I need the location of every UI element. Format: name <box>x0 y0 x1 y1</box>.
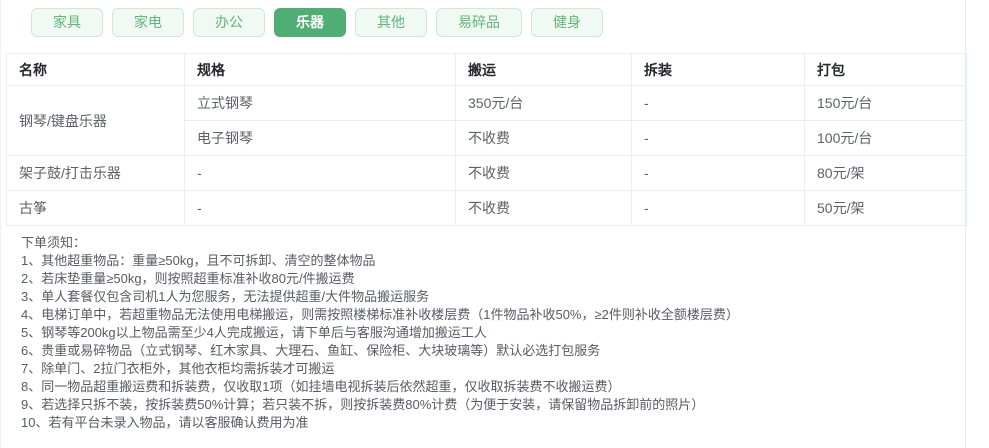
pricing-panel: 家具 家电 办公 乐器 其他 易碎品 健身 名称 规格 搬运 拆装 打包 钢琴/… <box>0 0 967 448</box>
col-header-move: 搬运 <box>455 53 632 86</box>
cell-spec: 电子钢琴 <box>184 120 456 156</box>
tab-appliances[interactable]: 家电 <box>112 8 184 37</box>
note-item: 7、除单门、2拉门衣柜外，其他衣柜均需拆装才可搬运 <box>21 361 335 376</box>
col-header-disassemble: 拆装 <box>631 53 805 86</box>
cell-move: 350元/台 <box>455 85 632 121</box>
tab-office[interactable]: 办公 <box>193 8 265 37</box>
cell-disassemble: - <box>631 190 805 226</box>
table-row: 钢琴/键盘乐器 立式钢琴 350元/台 - 150元/台 <box>6 85 967 156</box>
note-item: 2、若床垫重量≥50kg，则按照超重标准补收80元/件搬运费 <box>21 271 355 286</box>
cell-disassemble: - <box>631 155 805 191</box>
note-item: 1、其他超重物品：重量≥50kg，且不可拆卸、清空的整体物品 <box>21 253 376 268</box>
category-tabs: 家具 家电 办公 乐器 其他 易碎品 健身 <box>1 0 965 53</box>
tab-others[interactable]: 其他 <box>355 8 427 37</box>
notes-title: 下单须知： <box>21 235 87 250</box>
cell-pack: 100元/台 <box>804 120 967 156</box>
note-item: 4、电梯订单中，若超重物品无法使用电梯搬运，则需按照楼梯标准补收楼层费（1件物品… <box>21 307 739 322</box>
col-header-name: 名称 <box>6 53 185 86</box>
col-header-spec: 规格 <box>184 53 456 86</box>
cell-spec: - <box>184 155 456 191</box>
note-item: 3、单人套餐仅包含司机1人为您服务，无法提供超重/大件物品搬运服务 <box>21 289 430 304</box>
cell-spec: 立式钢琴 <box>184 85 456 121</box>
table-row: 架子鼓/打击乐器 - 不收费 - 80元/架 <box>6 155 967 191</box>
tab-fragile[interactable]: 易碎品 <box>436 8 522 37</box>
table-header-row: 名称 规格 搬运 拆装 打包 <box>6 53 967 86</box>
tab-instruments[interactable]: 乐器 <box>274 8 346 37</box>
cell-name: 架子鼓/打击乐器 <box>6 155 185 191</box>
cell-move: 不收费 <box>455 120 632 156</box>
note-item: 6、贵重或易碎物品（立式钢琴、红木家具、大理石、鱼缸、保险柜、大块玻璃等）默认必… <box>21 343 601 358</box>
cell-move: 不收费 <box>455 190 632 226</box>
order-notes: 下单须知： 1、其他超重物品：重量≥50kg，且不可拆卸、清空的整体物品 2、若… <box>1 226 965 432</box>
note-item: 8、同一物品超重搬运费和拆装费，仅收取1项（如挂墙电视拆装后依然超重，仅收取拆装… <box>21 379 621 394</box>
cell-name: 古筝 <box>6 190 185 226</box>
cell-pack: 50元/架 <box>804 190 967 226</box>
cell-disassemble: - <box>631 85 805 121</box>
cell-move: 不收费 <box>455 155 632 191</box>
note-item: 9、若选择只拆不装，按拆装费50%计算；若只装不拆，则按拆装费80%计费（为便于… <box>21 397 705 412</box>
tab-fitness[interactable]: 健身 <box>531 8 603 37</box>
cell-pack: 80元/架 <box>804 155 967 191</box>
note-item: 5、钢琴等200kg以上物品需至少4人完成搬运，请下单后与客服沟通增加搬运工人 <box>21 325 487 340</box>
tab-furniture[interactable]: 家具 <box>31 8 103 37</box>
cell-disassemble: - <box>631 120 805 156</box>
note-item: 10、若有平台未录入物品，请以客服确认费用为准 <box>21 415 309 430</box>
cell-spec: - <box>184 190 456 226</box>
cell-pack: 150元/台 <box>804 85 967 121</box>
table-row: 古筝 - 不收费 - 50元/架 <box>6 190 967 226</box>
cell-name: 钢琴/键盘乐器 <box>6 85 185 156</box>
col-header-pack: 打包 <box>804 53 967 86</box>
price-table: 名称 规格 搬运 拆装 打包 钢琴/键盘乐器 立式钢琴 350元/台 - 150… <box>6 53 967 226</box>
